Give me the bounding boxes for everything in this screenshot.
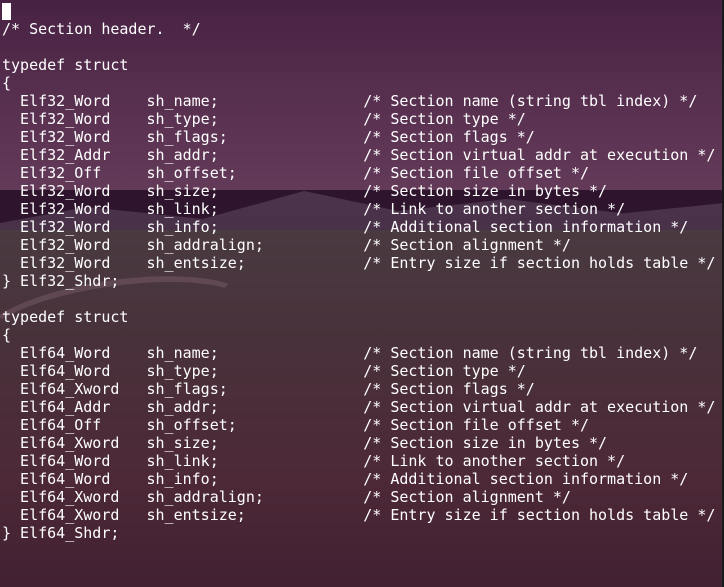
code-line: Elf32_Word sh_addralign; /* Section alig…	[2, 236, 571, 254]
code-line: } Elf64_Shdr;	[2, 524, 120, 542]
code-line: Elf32_Word sh_size; /* Section size in b…	[2, 182, 608, 200]
code-line: Elf32_Word sh_info; /* Additional sectio…	[2, 218, 689, 236]
code-line: Elf64_Addr sh_addr; /* Section virtual a…	[2, 398, 716, 416]
code-line: Elf32_Off sh_offset; /* Section file off…	[2, 164, 589, 182]
code-line: /* Section header. */	[2, 20, 201, 38]
code-line: Elf32_Word sh_entsize; /* Entry size if …	[2, 254, 716, 272]
code-line: {	[2, 326, 12, 344]
code-line: Elf64_Xword sh_addralign; /* Section ali…	[2, 488, 571, 506]
code-line: Elf64_Word sh_type; /* Section type */	[2, 362, 526, 380]
code-line: Elf64_Off sh_offset; /* Section file off…	[2, 416, 589, 434]
code-line: Elf32_Word sh_link; /* Link to another s…	[2, 200, 626, 218]
code-line: typedef struct	[2, 308, 129, 326]
code-line: Elf64_Word sh_link; /* Link to another s…	[2, 452, 626, 470]
code-line: Elf32_Word sh_flags; /* Section flags */	[2, 128, 535, 146]
code-line: Elf64_Xword sh_entsize; /* Entry size if…	[2, 506, 716, 524]
code-line: typedef struct	[2, 56, 129, 74]
code-line: Elf32_Word sh_type; /* Section type */	[2, 110, 526, 128]
text-cursor	[2, 3, 11, 20]
code-line: Elf32_Addr sh_addr; /* Section virtual a…	[2, 146, 716, 164]
code-line: Elf32_Word sh_name; /* Section name (str…	[2, 92, 698, 110]
code-line: {	[2, 74, 12, 92]
code-line: Elf64_Xword sh_size; /* Section size in …	[2, 434, 608, 452]
code-line: } Elf32_Shdr;	[2, 272, 120, 290]
code-line: Elf64_Word sh_name; /* Section name (str…	[2, 344, 698, 362]
terminal-window[interactable]: /* Section header. */ typedef struct { E…	[0, 0, 724, 587]
terminal-text-area[interactable]: /* Section header. */ typedef struct { E…	[2, 20, 715, 542]
code-line: Elf64_Word sh_info; /* Additional sectio…	[2, 470, 689, 488]
code-line: Elf64_Xword sh_flags; /* Section flags *…	[2, 380, 535, 398]
